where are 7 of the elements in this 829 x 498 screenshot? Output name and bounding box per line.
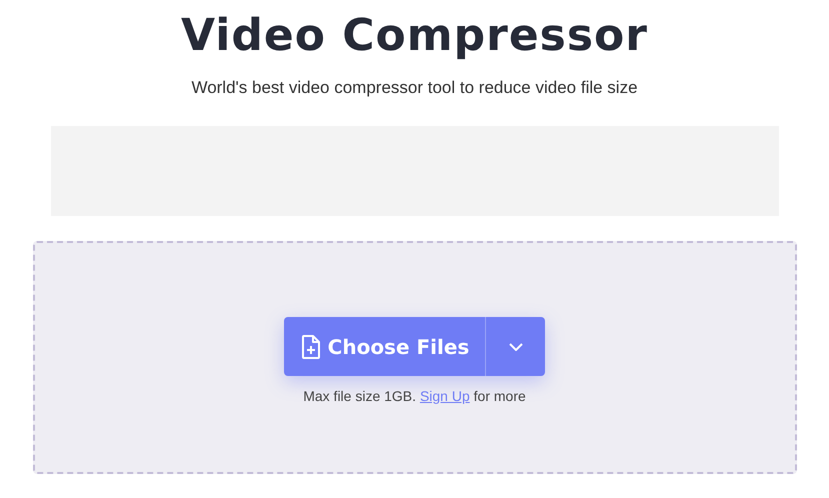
drop-zone[interactable]: Choose Files Max file size 1GB. Sign Up for more <box>32 241 796 474</box>
file-size-note: Max file size 1GB. Sign Up for more <box>303 388 526 404</box>
subtitle: World's best video compressor tool to reduce video file size <box>191 78 638 98</box>
chevron-down-icon <box>508 342 523 350</box>
sign-up-link[interactable]: Sign Up <box>420 388 470 404</box>
page-title: Video Compressor <box>181 9 648 63</box>
file-add-icon <box>302 334 320 358</box>
